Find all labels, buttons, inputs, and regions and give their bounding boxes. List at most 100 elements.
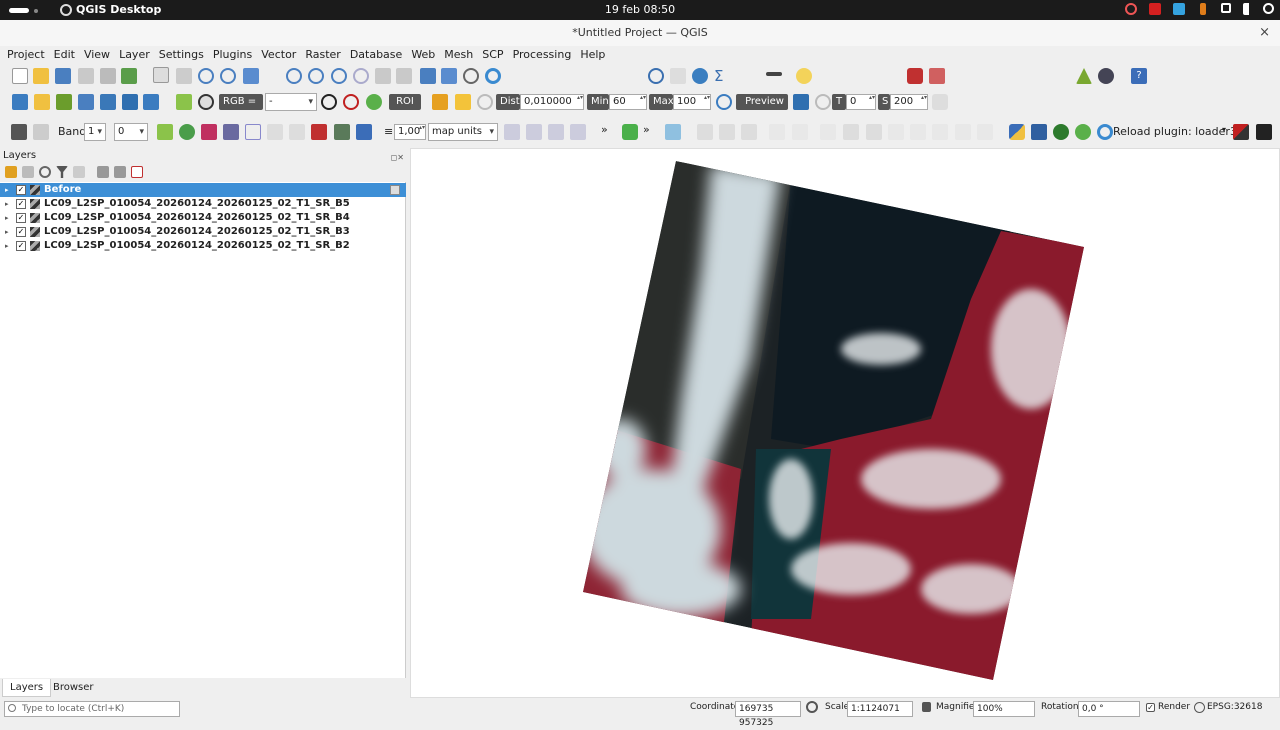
style-layer-icon[interactable] [5,166,17,178]
digitize-icon[interactable] [907,68,923,84]
scp-pencil-icon[interactable] [78,94,94,110]
scp-dock-icon[interactable] [1098,68,1114,84]
cut-icon[interactable] [888,124,904,140]
pan-to-selection-icon[interactable] [176,68,192,84]
move-vertex-icon[interactable] [792,124,808,140]
layer-row-b4[interactable]: ▸ ✓ LC09_L2SP_010054_20260124_20260125_0… [0,211,406,225]
scp-roi-create-icon[interactable] [432,94,448,110]
scp-rgb-list-icon[interactable] [176,94,192,110]
lock-scale-icon[interactable] [922,702,931,712]
vertex-icon[interactable] [769,124,785,140]
map-tips-icon[interactable] [796,68,812,84]
menu-database[interactable]: Database [350,46,403,64]
reload-plugin-icon[interactable] [1097,124,1113,140]
privacy-icon[interactable] [1125,3,1137,15]
menu-settings[interactable]: Settings [159,46,204,64]
map-canvas[interactable] [410,148,1280,698]
app-tray-icon[interactable] [1173,3,1185,15]
units-select[interactable]: map units [428,123,498,141]
paste-icon[interactable] [932,124,948,140]
zoom-in-icon[interactable] [198,68,214,84]
scp-redo-icon[interactable] [477,94,493,110]
open-project-icon[interactable] [33,68,49,84]
new-3d-view-icon[interactable] [396,68,412,84]
show-bookmarks-icon[interactable] [441,68,457,84]
tab-browser[interactable]: Browser [46,679,101,697]
menu-raster[interactable]: Raster [305,46,340,64]
zoom-last-icon[interactable] [353,68,369,84]
identify-features-icon[interactable] [648,68,664,84]
raster-help-icon[interactable] [356,124,372,140]
band-value-input[interactable]: 0 [114,123,148,141]
expand-arrow-icon[interactable]: ▸ [5,211,9,225]
scp-zoom-icon[interactable] [198,94,214,110]
max-field[interactable]: 100 [673,94,711,110]
scp-a-icon[interactable] [321,94,337,110]
snap2-icon[interactable] [526,124,542,140]
microphone-icon[interactable] [1200,3,1206,15]
rgb-combo[interactable]: - [265,93,317,111]
crs-label[interactable]: EPSG:32618 [1207,702,1262,712]
raster-erase-icon[interactable] [33,124,49,140]
python-console-icon[interactable] [1009,124,1025,140]
magnifier-field[interactable]: 100% [973,701,1035,717]
bookmark-icon[interactable] [420,68,436,84]
new-project-icon[interactable] [12,68,28,84]
scp-preprocess-icon[interactable] [143,94,159,110]
menu-plugins[interactable]: Plugins [213,46,252,64]
pan-map-icon[interactable] [153,67,169,83]
copy-icon[interactable] [910,124,926,140]
scp-preview-refresh-icon[interactable] [815,94,831,110]
layer-checkbox[interactable]: ✓ [16,213,26,223]
scp-preview-zoom-icon[interactable] [716,94,732,110]
refresh-icon[interactable] [485,68,501,84]
system-clock[interactable]: 19 feb 08:50 [0,3,1280,16]
zoom-full-icon[interactable] [243,68,259,84]
menu-web[interactable]: Web [411,46,435,64]
layer-checkbox[interactable]: ✓ [16,241,26,251]
help-icon[interactable]: ? [1131,68,1147,84]
reload-plugin-button[interactable]: Reload plugin: loader3 [1113,125,1237,138]
overflow-icon[interactable]: » [601,123,608,136]
coordinate-field[interactable]: 169735 957325 [735,701,801,728]
layer-row-b3[interactable]: ▸ ✓ LC09_L2SP_010054_20260124_20260125_0… [0,225,406,239]
network-icon[interactable] [1221,3,1231,13]
filter-icon[interactable] [56,166,68,178]
render-checkbox[interactable]: ✓ [1146,703,1155,712]
measure-icon[interactable] [766,72,782,76]
layers-stack-icon[interactable] [1256,124,1272,140]
menu-processing[interactable]: Processing [513,46,572,64]
filter-legend-icon[interactable] [73,166,85,178]
min-field[interactable]: 60 [609,94,647,110]
zoom-selection-icon[interactable] [286,68,302,84]
layer-row-b5[interactable]: ▸ ✓ LC09_L2SP_010054_20260124_20260125_0… [0,197,406,211]
raster-pencil-icon[interactable] [11,124,27,140]
t-field[interactable]: 0 [846,94,876,110]
zoom-layer-icon[interactable] [308,68,324,84]
raster-grid-icon[interactable] [334,124,350,140]
modify-icon[interactable] [820,124,836,140]
crs-globe-icon[interactable] [1194,702,1205,713]
expand-arrow-icon[interactable]: ▸ [5,183,9,197]
menu-project[interactable]: Project [7,46,45,64]
layer-row-b2[interactable]: ▸ ✓ LC09_L2SP_010054_20260124_20260125_0… [0,239,406,253]
layer-panel-icon[interactable] [665,124,681,140]
modify2-icon[interactable] [843,124,859,140]
scp-grid-icon[interactable] [100,94,116,110]
layer-indicator-icon[interactable] [390,185,400,195]
delete-icon[interactable] [866,124,882,140]
database-icon[interactable] [1031,124,1047,140]
zoom-native-icon[interactable] [331,68,347,84]
menu-scp[interactable]: SCP [482,46,503,64]
redo-icon[interactable] [977,124,993,140]
expand-all-icon[interactable] [97,166,109,178]
scp-preview-redo-icon[interactable] [793,94,809,110]
digitize-line-icon[interactable] [157,124,173,140]
layer-checkbox[interactable]: ✓ [16,199,26,209]
print-layout-icon[interactable] [100,68,116,84]
temporal-icon[interactable] [463,68,479,84]
save-project-icon[interactable] [55,68,71,84]
scp-tile-icon[interactable] [122,94,138,110]
overflow2-icon[interactable]: » [643,123,650,136]
volume-icon[interactable] [1243,3,1251,15]
